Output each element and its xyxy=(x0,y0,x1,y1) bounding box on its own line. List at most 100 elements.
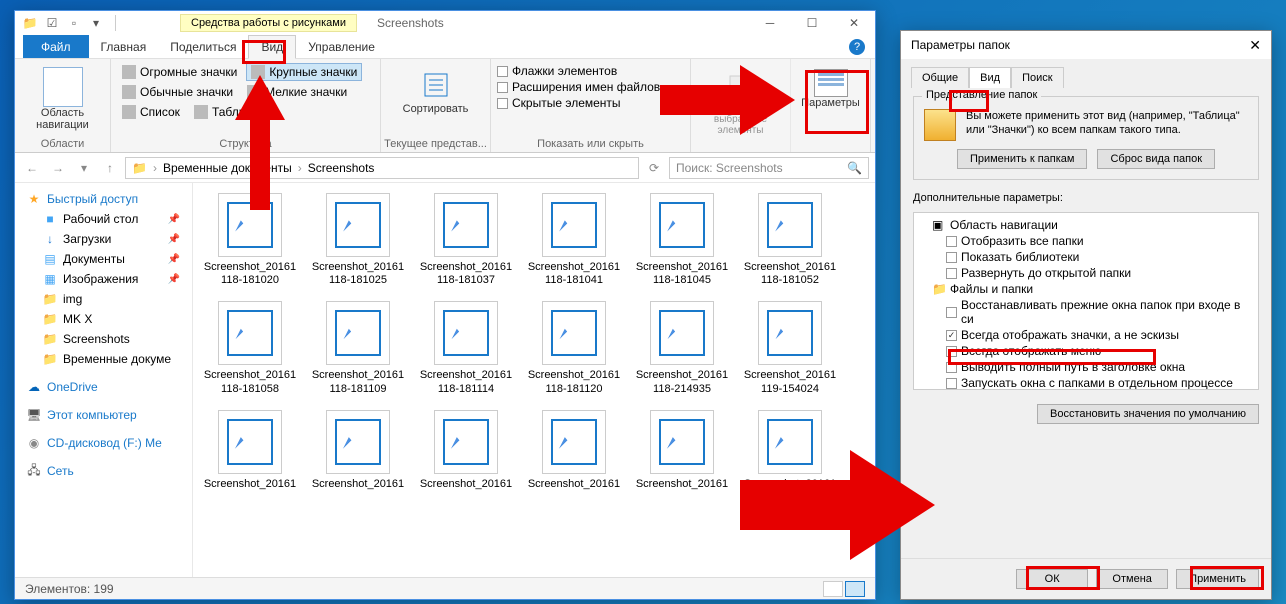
minimize-button[interactable]: ─ xyxy=(749,11,791,35)
file-item[interactable]: Screenshot_20161 xyxy=(203,410,297,491)
file-name-label: Screenshot_20161 xyxy=(636,478,728,491)
file-name-label: Screenshot_20161118-181058 xyxy=(203,369,297,395)
nav-pane-icon[interactable] xyxy=(43,67,83,107)
file-item[interactable]: Screenshot_20161118-181020 xyxy=(203,193,297,287)
layout-table[interactable]: Таблица xyxy=(189,103,264,121)
tree-show-all[interactable]: Отобразить все папки xyxy=(918,233,1254,249)
file-item[interactable]: Screenshot_20161118-181025 xyxy=(311,193,405,287)
close-button[interactable]: ✕ xyxy=(833,11,875,35)
file-item[interactable]: Screenshot_20161118-181037 xyxy=(419,193,513,287)
tab-share[interactable]: Поделиться xyxy=(158,35,248,58)
dlg-tab-view[interactable]: Вид xyxy=(969,67,1011,88)
file-item[interactable]: Screenshot_20161 xyxy=(743,410,837,491)
file-item[interactable]: Screenshot_20161 xyxy=(311,410,405,491)
chk-hidden[interactable]: Скрытые элементы xyxy=(497,95,684,111)
sidebar-item-tmpdocs[interactable]: 📁Временные докуме xyxy=(15,349,192,369)
layout-small[interactable]: Мелкие значки xyxy=(242,83,352,101)
layout-medium[interactable]: Обычные значки xyxy=(117,83,238,101)
tree-always-icons[interactable]: Всегда отображать значки, а не эскизы xyxy=(918,327,1254,343)
sidebar-item-img[interactable]: 📁img xyxy=(15,289,192,309)
tab-manage[interactable]: Управление xyxy=(296,35,387,58)
file-thumb-icon xyxy=(542,410,606,474)
file-item[interactable]: Screenshot_20161118-181041 xyxy=(527,193,621,287)
sidebar-item-cddrive[interactable]: ◉CD-дисковод (F:) Me xyxy=(15,433,192,453)
ok-button[interactable]: ОК xyxy=(1016,569,1088,589)
file-item[interactable]: Screenshot_20161 xyxy=(527,410,621,491)
file-thumb-icon xyxy=(650,301,714,365)
tree-show-libs[interactable]: Показать библиотеки xyxy=(918,249,1254,265)
file-item[interactable]: Screenshot_20161118-214935 xyxy=(635,301,729,395)
file-item[interactable]: Screenshot_20161118-181114 xyxy=(419,301,513,395)
file-name-label: Screenshot_20161 xyxy=(312,478,404,491)
layout-list[interactable]: Список xyxy=(117,103,185,121)
file-item[interactable]: Screenshot_20161119-154024 xyxy=(743,301,837,395)
file-item[interactable]: Screenshot_20161 xyxy=(635,410,729,491)
apply-to-folders-button[interactable]: Применить к папкам xyxy=(957,149,1088,169)
sidebar-item-thispc[interactable]: 🖥Этот компьютер xyxy=(15,405,192,425)
reset-folders-button[interactable]: Сброс вида папок xyxy=(1097,149,1215,169)
copy-icon[interactable]: ▫ xyxy=(67,16,81,30)
sidebar-item-quick[interactable]: ★Быстрый доступ xyxy=(15,189,192,209)
chk-file-ext[interactable]: Расширения имен файлов xyxy=(497,79,684,95)
dlg-tab-general[interactable]: Общие xyxy=(911,67,969,88)
folder-icon: 📁 xyxy=(23,16,37,30)
dropdown-icon[interactable]: ▾ xyxy=(89,16,103,30)
breadcrumb[interactable]: 📁 › Временные документы › Screenshots xyxy=(125,157,639,179)
file-name-label: Screenshot_20161118-181120 xyxy=(527,369,621,395)
tree-always-menu[interactable]: Всегда отображать меню xyxy=(918,343,1254,359)
folder-icon: 📁 xyxy=(132,161,147,175)
file-item[interactable]: Screenshot_20161118-181052 xyxy=(743,193,837,287)
file-item[interactable]: Screenshot_20161118-181045 xyxy=(635,193,729,287)
file-name-label: Screenshot_20161118-181045 xyxy=(635,261,729,287)
sidebar-item-network[interactable]: 🖧Сеть xyxy=(15,461,192,481)
file-thumb-icon xyxy=(650,410,714,474)
file-item[interactable]: Screenshot_20161 xyxy=(419,410,513,491)
file-thumb-icon xyxy=(326,193,390,257)
sidebar-item-pictures[interactable]: ▦Изображения📌 xyxy=(15,269,192,289)
tab-file[interactable]: Файл xyxy=(23,35,89,58)
file-item[interactable]: Screenshot_20161118-181058 xyxy=(203,301,297,395)
file-name-label: Screenshot_20161119-154024 xyxy=(743,369,837,395)
tab-view[interactable]: Вид xyxy=(248,35,296,59)
view-icons-icon[interactable] xyxy=(845,581,865,597)
dlg-tab-search[interactable]: Поиск xyxy=(1011,67,1063,88)
nav-fwd[interactable]: → xyxy=(47,157,69,179)
sidebar-item-documents[interactable]: ▤Документы📌 xyxy=(15,249,192,269)
sidebar-item-mkx[interactable]: 📁MK X xyxy=(15,309,192,329)
file-item[interactable]: Screenshot_20161118-181109 xyxy=(311,301,405,395)
sidebar-item-desktop[interactable]: ■Рабочий стол📌 xyxy=(15,209,192,229)
file-name-label: Screenshot_20161118-181037 xyxy=(419,261,513,287)
checkbox-icon[interactable]: ☑ xyxy=(45,16,59,30)
cancel-button[interactable]: Отмена xyxy=(1096,569,1168,589)
sort-icon[interactable] xyxy=(418,67,454,103)
file-thumb-icon xyxy=(758,410,822,474)
layout-large[interactable]: Крупные значки xyxy=(246,63,362,81)
nav-up[interactable]: ↑ xyxy=(99,157,121,179)
advanced-settings-tree[interactable]: ▣Область навигации Отобразить все папки … xyxy=(913,212,1259,390)
tree-separate[interactable]: Запускать окна с папками в отдельном про… xyxy=(918,375,1254,390)
sidebar-item-screenshots[interactable]: 📁Screenshots xyxy=(15,329,192,349)
file-name-label: Screenshot_20161118-181109 xyxy=(311,369,405,395)
sidebar-item-onedrive[interactable]: ☁OneDrive xyxy=(15,377,192,397)
refresh-icon[interactable]: ⟳ xyxy=(643,157,665,179)
view-details-icon[interactable] xyxy=(823,581,843,597)
tree-expand[interactable]: Развернуть до открытой папки xyxy=(918,265,1254,281)
layout-huge[interactable]: Огромные значки xyxy=(117,63,242,81)
dialog-close-button[interactable]: ✕ xyxy=(1249,37,1261,54)
options-button[interactable] xyxy=(814,69,848,97)
tree-restore[interactable]: Восстанавливать прежние окна папок при в… xyxy=(918,297,1254,327)
folder-views-group: Представление папок Вы можете применить … xyxy=(913,96,1259,180)
tree-fullpath[interactable]: Выводить полный путь в заголовке окна xyxy=(918,359,1254,375)
apply-button[interactable]: Применить xyxy=(1176,569,1259,589)
maximize-button[interactable]: ☐ xyxy=(791,11,833,35)
search-input[interactable]: Поиск: Screenshots 🔍 xyxy=(669,157,869,179)
restore-defaults-button[interactable]: Восстановить значения по умолчанию xyxy=(1037,404,1259,424)
nav-back[interactable]: ← xyxy=(21,157,43,179)
help-icon[interactable]: ? xyxy=(849,39,865,55)
nav-recent[interactable]: ▾ xyxy=(73,157,95,179)
file-item[interactable]: Screenshot_20161118-181120 xyxy=(527,301,621,395)
tab-home[interactable]: Главная xyxy=(89,35,159,58)
chk-item-checkboxes[interactable]: Флажки элементов xyxy=(497,63,684,79)
files-pane[interactable]: Screenshot_20161118-181020Screenshot_201… xyxy=(193,183,875,577)
sidebar-item-downloads[interactable]: ↓Загрузки📌 xyxy=(15,229,192,249)
